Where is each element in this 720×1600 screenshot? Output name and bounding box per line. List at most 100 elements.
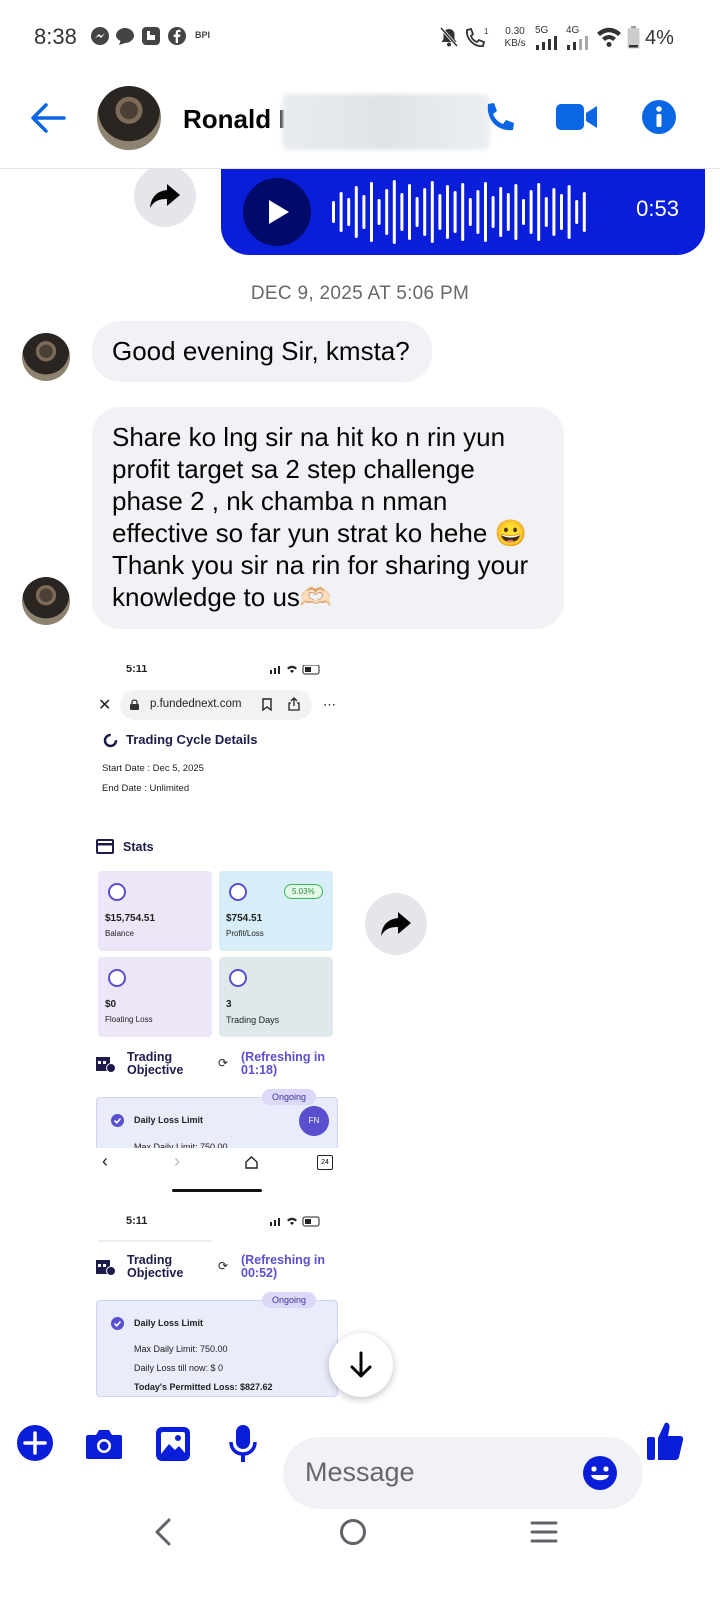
refresh-icon-2: ⟳ [218,1259,229,1273]
days-icon [229,969,247,987]
max-daily-limit-2: Max Daily Limit: 750.00 [134,1344,228,1354]
shot-more-icon: ⋯ [323,697,336,712]
waveform-bar [476,190,480,234]
waveform-bar [430,181,434,243]
floating-icon [108,969,126,987]
forward-voice-button[interactable] [134,165,196,227]
waveform-bar [484,182,487,242]
trading-days-card: 3 Trading Days [219,957,333,1037]
waveform-bar [544,197,548,227]
profit-value: $754.51 [226,913,263,924]
contact-avatar[interactable] [97,86,161,150]
signal-5g: 5G [535,25,563,55]
battery-percent: 4% [645,27,674,49]
balance-value: $15,754.51 [105,913,156,924]
waveform-bar [332,201,335,223]
back-arrow-icon[interactable] [30,102,66,134]
forward-image-button[interactable] [365,893,427,955]
waveform-bar [385,189,389,235]
waveform-bar [438,194,442,230]
share-icon [288,697,300,711]
refresh-2-line2: 00:52) [241,1266,278,1280]
net-speed: 0.30 KB/s [500,26,530,50]
status-bar: 8:38 BPI 1 0.30 KB/s 5G 4G 4% [0,0,720,76]
waveform-bar [354,186,358,238]
waveform-bar [560,194,563,230]
waveform-bar [377,199,381,225]
info-icon[interactable] [641,99,677,135]
audio-waveform [332,180,586,244]
refresh-1-line2: 01:18) [241,1063,278,1077]
greeting-text: Good evening Sir, kmsta? [112,336,410,366]
microphone-icon[interactable] [228,1424,258,1464]
waveform-bar [522,199,525,225]
forward-arrow-icon [381,912,411,936]
waveform-bar [575,200,579,224]
objective-title: Trading Objective [127,1051,183,1077]
scroll-to-bottom-button[interactable] [329,1333,393,1397]
message-placeholder: Message [305,1457,415,1487]
shot-close-icon: ✕ [98,697,112,714]
arrow-down-icon [350,1351,372,1378]
daily-loss-label: Daily Loss Limit [134,1115,204,1125]
message-timestamp: DEC 9, 2025 AT 5:06 PM [250,283,470,304]
like-icon[interactable] [646,1420,684,1462]
sender-avatar[interactable] [22,333,70,381]
profit-pct-badge: 5.03% [284,884,323,899]
forward-arrow-icon [150,184,180,208]
shared-screenshot-image[interactable]: 5:11 ✕ p.fundednext.com ⋯ Trading Cycle … [90,665,352,1425]
waveform-bar [415,197,419,227]
video-camera-icon[interactable] [556,102,598,132]
svg-text:1: 1 [484,27,489,36]
balance-label: Balance [105,929,134,938]
objective-title-2: Trading Objective [127,1254,183,1280]
sender-avatar[interactable] [22,577,70,625]
signal-4g: 4G [566,25,594,55]
check-icon [111,1114,124,1127]
daily-loss-card-2: Daily Loss Limit Max Daily Limit: 750.00… [96,1300,338,1397]
waveform-bar [408,184,411,240]
add-icon[interactable] [16,1424,54,1462]
waveform-bar [529,190,533,234]
nav-recents-icon[interactable] [530,1520,558,1544]
nav-back-icon[interactable] [153,1518,173,1546]
net-5g-label: 5G [535,25,549,36]
net-4g-label: 4G [566,25,580,36]
refresh-countdown-1: (Refreshing in 01:18) [241,1051,325,1077]
wifi-call-icon: 1 [466,27,489,47]
waveform-bar [370,182,373,242]
status-time: 8:38 [34,24,77,49]
shot-stats-title: Stats [123,840,154,854]
shot-status-icons-2 [270,1216,320,1227]
shot-section-title: Trading Cycle Details [126,732,258,747]
check-icon-2 [111,1317,124,1330]
days-label: Trading Days [226,1015,280,1025]
chat-header: Ronald I [0,76,720,169]
waveform-bar [347,198,351,226]
waveform-bar [392,180,396,244]
emoji-icon[interactable] [582,1455,618,1491]
messenger-icon [91,27,109,45]
message-bubble-greeting[interactable]: Good evening Sir, kmsta? [92,321,432,382]
phone-icon[interactable] [482,100,516,136]
facebook-icon [168,27,186,45]
shot-status-icons [270,665,320,675]
camera-icon[interactable] [85,1427,123,1461]
voice-message-bubble[interactable]: 0:53 [221,168,705,255]
message-bubble-long[interactable]: Share ko lng sir na hit ko n rin yun pro… [92,407,564,629]
waveform-bar [506,193,510,231]
daily-loss-label-2: Daily Loss Limit [134,1318,204,1328]
waveform-bar [362,195,366,229]
contact-name[interactable]: Ronald I [183,104,286,135]
message-input[interactable]: Message [283,1437,643,1509]
net-speed-value: 0.30 [505,26,525,37]
waveform-bar [339,192,343,232]
phone-app-icon [142,27,160,45]
play-button[interactable] [243,178,311,246]
floating-loss-card: $0 Floating Loss [98,957,212,1037]
signal-4g-icon [567,36,588,50]
nav-home-icon[interactable] [339,1518,367,1546]
gallery-icon[interactable] [155,1426,191,1462]
objective-icon [96,1057,116,1073]
fn-chat-badge: FN [299,1106,329,1136]
